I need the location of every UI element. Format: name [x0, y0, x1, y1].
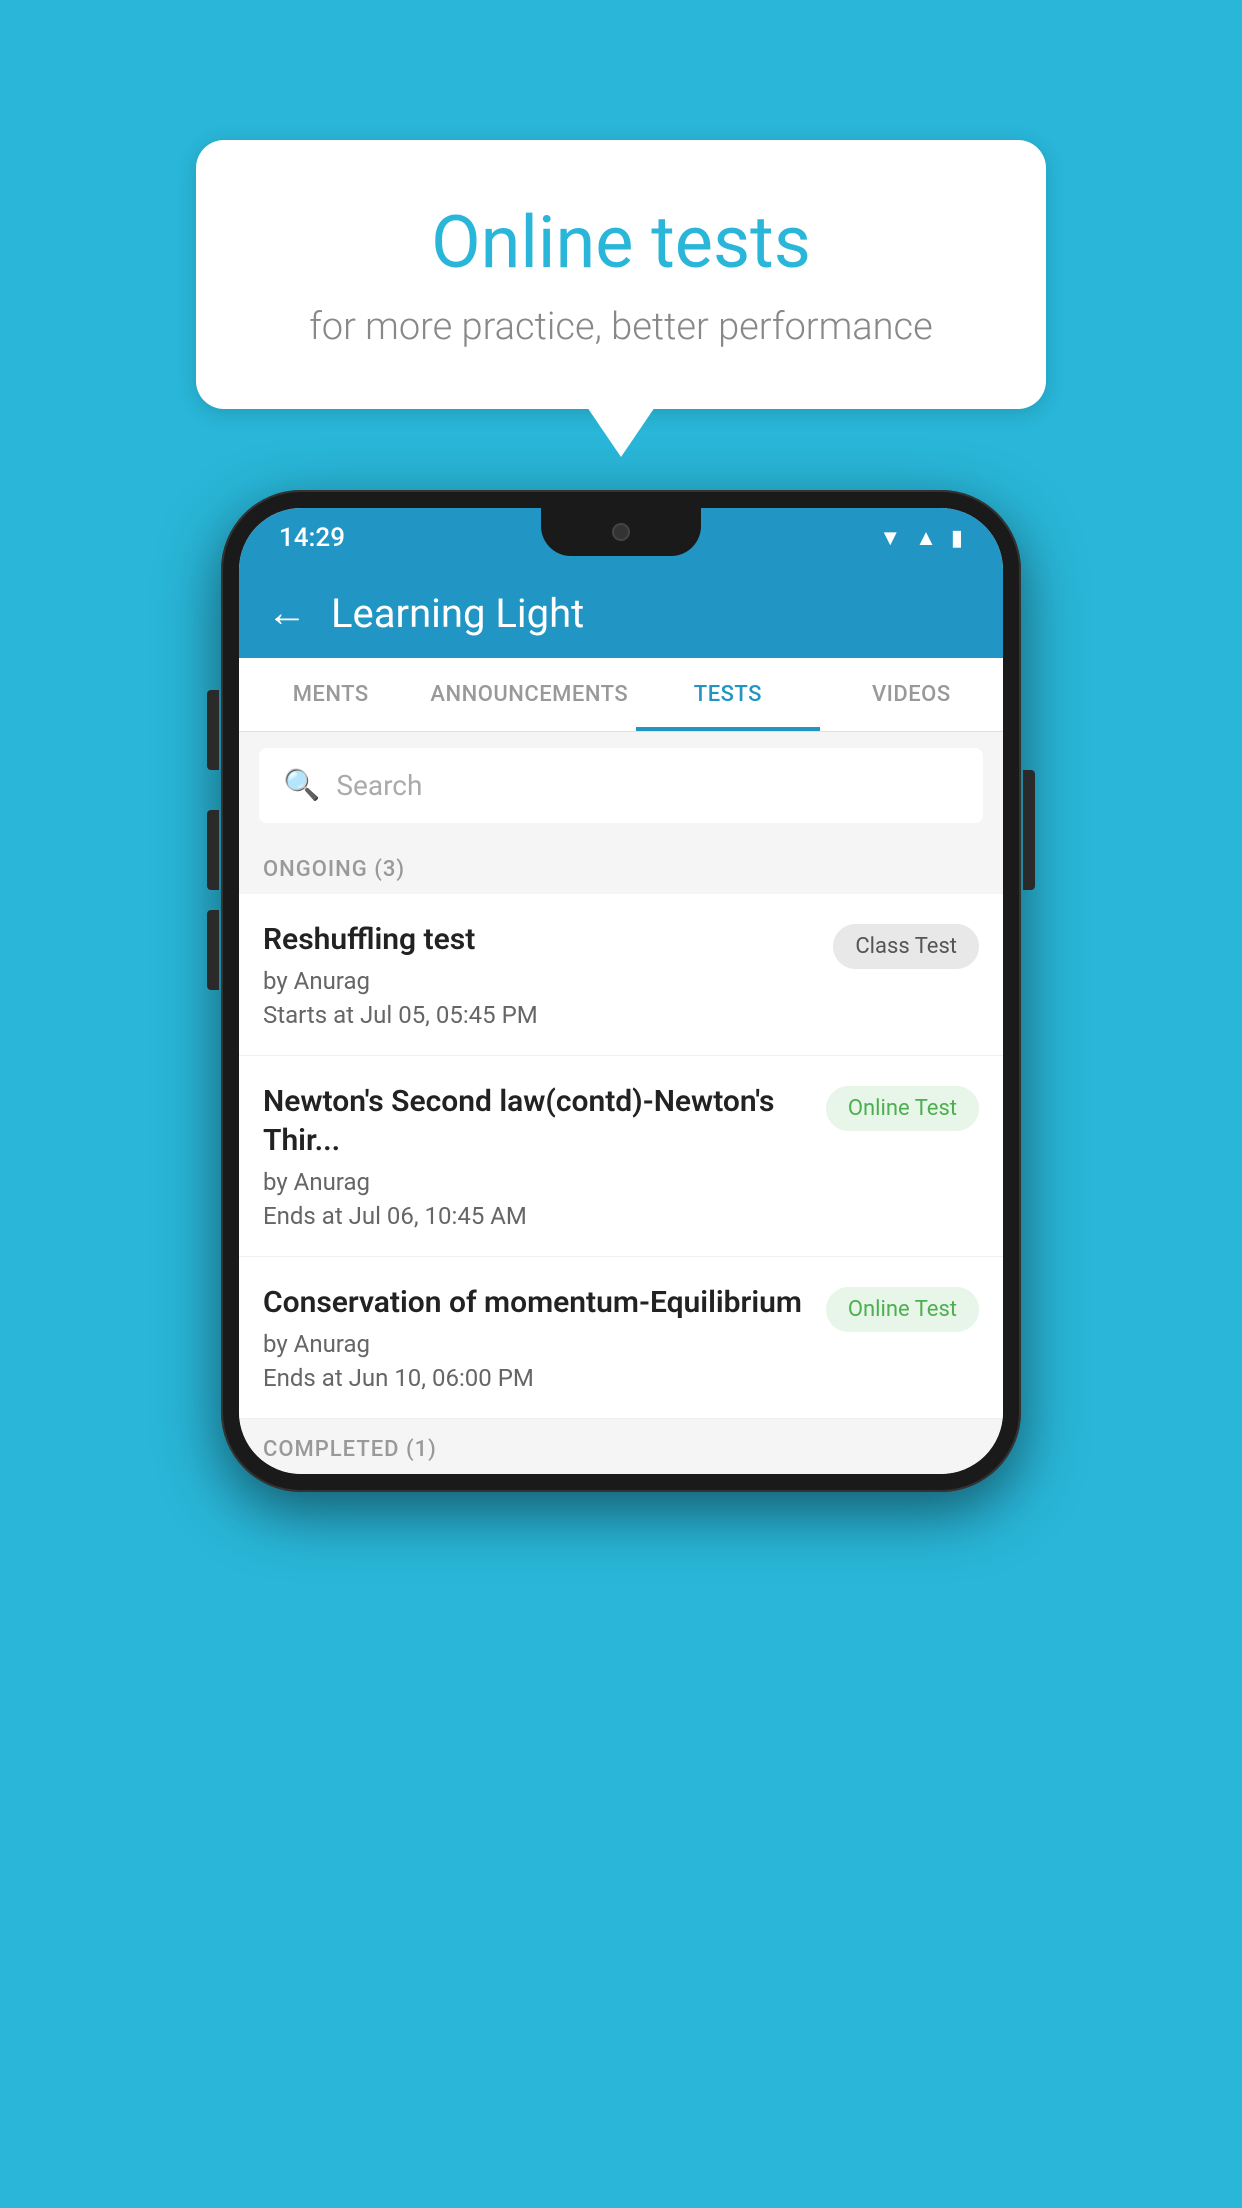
- tab-tests[interactable]: TESTS: [636, 658, 819, 731]
- test-author: by Anurag: [263, 1330, 810, 1358]
- test-title: Reshuffling test: [263, 920, 817, 959]
- test-badge-class: Class Test: [833, 924, 979, 969]
- tab-ments[interactable]: MENTS: [239, 658, 422, 731]
- test-item[interactable]: Reshuffling test by Anurag Starts at Jul…: [239, 894, 1003, 1056]
- signal-icon: ▲: [915, 525, 937, 551]
- phone-screen: 14:29 ▼ ▲ ▮ ← Learning Light MENTS ANNOU…: [239, 508, 1003, 1474]
- test-title: Newton's Second law(contd)-Newton's Thir…: [263, 1082, 810, 1160]
- test-item[interactable]: Conservation of momentum-Equilibrium by …: [239, 1257, 1003, 1419]
- search-container: 🔍 Search: [239, 732, 1003, 839]
- ongoing-section-header: ONGOING (3): [239, 839, 1003, 894]
- battery-icon: ▮: [951, 526, 963, 551]
- speech-bubble-container: Online tests for more practice, better p…: [196, 140, 1046, 409]
- phone-wrapper: 14:29 ▼ ▲ ▮ ← Learning Light MENTS ANNOU…: [221, 490, 1021, 1492]
- speech-bubble: Online tests for more practice, better p…: [196, 140, 1046, 409]
- wifi-icon: ▼: [879, 525, 901, 551]
- test-title: Conservation of momentum-Equilibrium: [263, 1283, 810, 1322]
- test-date: Ends at Jul 06, 10:45 AM: [263, 1202, 810, 1230]
- test-info: Conservation of momentum-Equilibrium by …: [263, 1283, 810, 1392]
- search-placeholder: Search: [336, 769, 422, 802]
- test-badge-online: Online Test: [826, 1287, 979, 1332]
- test-date: Starts at Jul 05, 05:45 PM: [263, 1001, 817, 1029]
- app-title: Learning Light: [331, 590, 584, 637]
- phone-outer: 14:29 ▼ ▲ ▮ ← Learning Light MENTS ANNOU…: [221, 490, 1021, 1492]
- tab-videos[interactable]: VIDEOS: [820, 658, 1003, 731]
- app-header: ← Learning Light: [239, 568, 1003, 658]
- phone-notch: [541, 508, 701, 556]
- status-icons: ▼ ▲ ▮: [879, 525, 963, 551]
- test-badge-online: Online Test: [826, 1086, 979, 1131]
- test-info: Newton's Second law(contd)-Newton's Thir…: [263, 1082, 810, 1230]
- search-bar[interactable]: 🔍 Search: [259, 748, 983, 823]
- test-info: Reshuffling test by Anurag Starts at Jul…: [263, 920, 817, 1029]
- tabs-container: MENTS ANNOUNCEMENTS TESTS VIDEOS: [239, 658, 1003, 732]
- search-icon: 🔍: [283, 768, 320, 803]
- test-author: by Anurag: [263, 967, 817, 995]
- completed-section-header: COMPLETED (1): [239, 1419, 1003, 1474]
- camera-icon: [612, 523, 630, 541]
- status-time: 14:29: [279, 523, 345, 553]
- bubble-subtitle: for more practice, better performance: [276, 305, 966, 349]
- bubble-title: Online tests: [276, 200, 966, 285]
- tab-announcements[interactable]: ANNOUNCEMENTS: [422, 658, 636, 731]
- test-author: by Anurag: [263, 1168, 810, 1196]
- back-button[interactable]: ←: [267, 593, 307, 633]
- test-date: Ends at Jun 10, 06:00 PM: [263, 1364, 810, 1392]
- test-item[interactable]: Newton's Second law(contd)-Newton's Thir…: [239, 1056, 1003, 1257]
